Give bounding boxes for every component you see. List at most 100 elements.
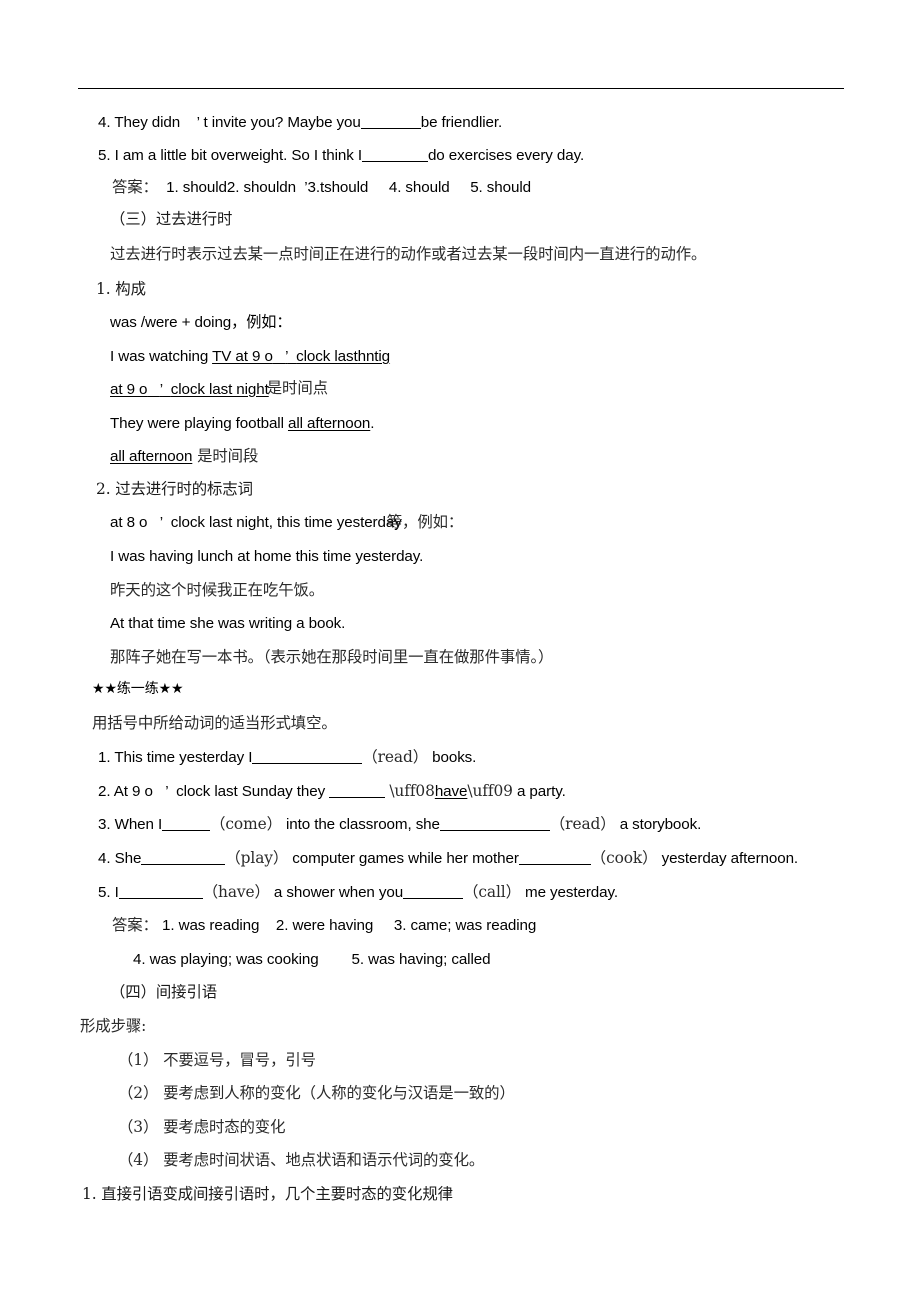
fill-blank [518,864,591,865]
apostrophe-glyph: ’ [196,114,200,131]
item-number: 4. [98,114,111,131]
practice-item-5: 5. I （have） a shower when you （call） me ye… [98,883,618,901]
verb-hint: （play） [225,849,289,867]
practice-item-4: 4. She （play） computer games while her mo… [98,849,799,867]
item-text: When I [114,816,163,833]
item-text-mid: a shower when you [269,884,404,901]
example-underlined-phrase: all afternoon [287,415,371,432]
practice-item-2: 2. At 9 o ’ clock last Sunday they \uff0… [98,782,566,800]
indirect-speech-step-2: （2） 要考虑到人称的变化（人称的变化与汉语是一致的） [118,1084,515,1102]
overlap-annotation-cn: 是时间点 [266,379,328,397]
past-continuous-definition: 过去进行时表示过去某一点时间正在进行的动作或者过去某一段时间内一直进行的动作。 [110,245,707,263]
apostrophe-glyph: ’ [159,514,163,531]
example-clock-text: clock last [296,348,358,365]
example-sentence-1: I was watching TV at 9 o ’ clock lasthnt… [110,349,390,364]
exercise-item-4: 4. They didn ’ t invite you? Maybe you be… [98,115,502,130]
item-text-after: be friendlier. [420,114,503,131]
practice-item-1: 1. This time yesterday I （read） books. [98,748,477,766]
subheading-formation: 1. 构成 [96,280,146,298]
signal-words-tail: clock last night, this time yesterday [170,514,402,531]
item-number: 3. [98,816,111,833]
answer-5: 5. was having; called [351,951,491,968]
section-heading-past-continuous: （三）过去进行时 [110,210,233,228]
time-phrase-clock: clock last night [170,381,269,398]
duration-phrase-underlined: all afternoon [110,448,193,465]
example-period: . [370,415,375,432]
item-text-after: yesterday afternoon. [657,850,799,867]
indirect-speech-final-rule: 1. 直接引语变成间接引语时，几个主要时态的变化规律 [82,1185,453,1203]
item-number: 1. [98,749,111,766]
item-number: 5. [98,884,111,901]
item-number: 2. [98,783,111,800]
item-text-after: a storybook. [615,816,702,833]
practice-item-3: 3. When I （come） into the classroom, she （… [98,815,702,833]
answers-label: 答案： [112,916,158,934]
verb-hint: have [434,783,468,800]
item-text-mid: computer games while her mother [288,850,519,867]
answers-run-together: 1. should2. shouldn [166,179,296,196]
fill-blank [118,898,203,899]
verb-hint: （read） [549,815,616,833]
item-text-mid: into the classroom, she [281,816,440,833]
item-text-after: a party. [512,783,566,800]
section-heading-indirect-speech: （四）间接引语 [110,983,218,1001]
subheading-signal-words: 2. 过去进行时的标志词 [96,480,253,498]
fill-blank [329,797,386,798]
answers-apostrophe-cluster: ’3.t [304,179,325,196]
example-prefix: I was watching [110,348,213,365]
signal-words-head: at 8 o [110,514,148,531]
steps-label: 形成步骤: [80,1017,147,1035]
item-text-mid: clock last Sunday they [176,783,330,800]
fill-blank [252,763,363,764]
verb-hint: （have） [202,883,270,901]
item-text-after: me yesterday. [520,884,618,901]
fill-blank [162,830,211,831]
fill-blank [141,864,226,865]
item-text: They didn [114,114,181,131]
answer-3: 3. came; was reading [393,917,537,934]
duration-note-cn: 是时间段 [192,447,259,465]
formation-formula: was /were + doing，例如： [110,315,292,330]
indirect-speech-step-3: （3） 要考虑时态的变化 [118,1118,286,1136]
example-translation-4: 那阵子她在写一本书。（表示她在那段时间里一直在做那件事情。） [110,648,554,666]
answers-cluster-tail: should [324,179,369,196]
example-translation-3: 昨天的这个时候我正在吃午饭。 [110,581,325,599]
verb-hint: （read） [362,748,429,766]
indirect-speech-step-1: （1） 不要逗号，冒号，引号 [118,1051,316,1069]
practice-banner: ★★练一练★★ [92,681,184,697]
verb-hint: （call） [463,883,521,901]
exercise-item-5: 5. I am a little bit overweight. So I th… [98,148,584,163]
example-duration-note: all afternoon 是时间段 [110,447,259,465]
overlap-annotation-cn: 等，例如： [386,513,464,531]
fill-blank [439,830,550,831]
item-number: 4. [98,850,111,867]
example-underlined-phrase: TV at 9 o [212,348,273,365]
answers-label: 答案： [112,178,158,196]
example-sentence-3: I was having lunch at home this time yes… [110,548,424,565]
practice-instruction: 用括号中所给动词的适当形式填空。 [92,714,337,732]
example-sentence-4: At that time she was writing a book. [110,615,346,632]
item-text-after: books. [428,749,477,766]
fill-blank [403,898,464,899]
example-sentence-2: They were playing football all afternoon… [110,416,374,431]
verb-hint: （cook） [590,849,658,867]
item-text-mid: t invite you? Maybe you [203,114,361,131]
document-page: 4. They didn ’ t invite you? Maybe you be… [0,0,920,1304]
indirect-speech-step-4: （4） 要考虑时间状语、地点状语和语示代词的变化。 [118,1151,485,1169]
fill-blank [361,161,428,162]
item-text: At 9 o [113,783,153,800]
answers-row-modals: 答案： 1. should2. shouldn ’3.tshould 4. sh… [112,178,531,196]
answer-4: 4. was playing; was cooking [133,951,319,968]
answer-5: 5. should [470,179,531,196]
item-text: This time yesterday I [114,749,253,766]
fill-blank [360,128,421,129]
signal-words-line: at 8 o ’ clock last night, this time yes… [110,514,463,531]
example-time-point-note: at 9 o ’ clock last night 是时间点 [110,380,328,398]
answer-2: 2. were having [275,917,374,934]
apostrophe-glyph: ’ [165,783,168,800]
practice-answers-row-2: 4. was playing; was cooking 5. was havin… [133,951,491,968]
verb-hint: （come） [210,815,282,833]
item-number: 5. [98,147,111,164]
example-prefix: They were playing football [110,415,288,432]
formula-text: was /were + doing，例如： [110,314,292,331]
